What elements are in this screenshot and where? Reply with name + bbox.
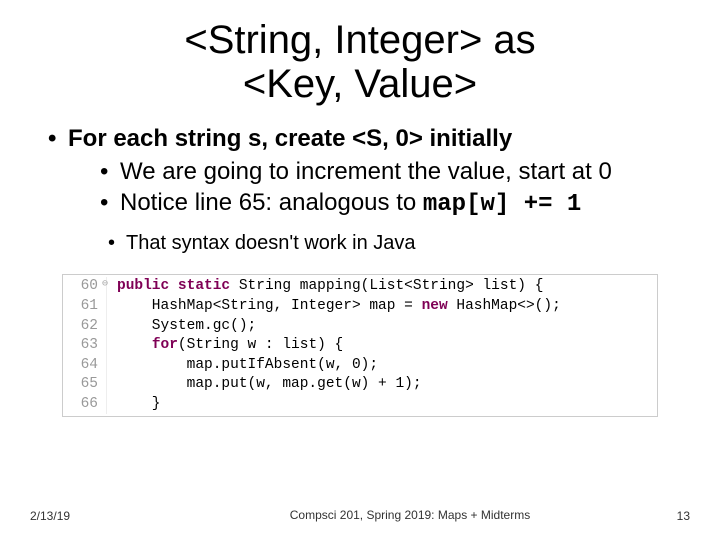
- slide: <String, Integer> as <Key, Value> For ea…: [0, 0, 720, 540]
- code-line-61: 61 HashMap<String, Integer> map = new Ha…: [63, 297, 657, 317]
- footer-course: Compsci 201, Spring 2019: Maps + Midterm…: [160, 508, 660, 524]
- footer: 2/13/19 Compsci 201, Spring 2019: Maps +…: [0, 508, 720, 524]
- code-text: public static String mapping(List<String…: [107, 277, 543, 297]
- bullet-1a: We are going to increment the value, sta…: [100, 156, 690, 187]
- bullet-1b-text: Notice line 65: analogous to: [120, 189, 423, 216]
- code-text: System.gc();: [107, 317, 256, 337]
- title-line-2: <Key, Value>: [243, 62, 477, 106]
- title-line-1: <String, Integer> as: [184, 18, 535, 62]
- bullet-1-text: For each string s, create <S, 0> initial…: [68, 125, 512, 152]
- code-screenshot: 60⊖ public static String mapping(List<St…: [62, 274, 658, 417]
- fold-icon: ⊖: [102, 278, 108, 292]
- code-text: map.put(w, map.get(w) + 1);: [107, 375, 422, 395]
- code-line-62: 62 System.gc();: [63, 317, 657, 337]
- line-number: 64: [63, 356, 107, 376]
- code-line-64: 64 map.putIfAbsent(w, 0);: [63, 356, 657, 376]
- footer-page-number: 13: [660, 509, 720, 523]
- code-line-60: 60⊖ public static String mapping(List<St…: [63, 277, 657, 297]
- bullet-1: For each string s, create <S, 0> initial…: [48, 124, 690, 256]
- bullet-1-sublist: We are going to increment the value, sta…: [68, 156, 690, 220]
- line-number: 65: [63, 375, 107, 395]
- slide-title: <String, Integer> as <Key, Value>: [30, 18, 690, 106]
- line-number: 66: [63, 395, 107, 415]
- bullet-1b-code: map[w] += 1: [423, 191, 581, 218]
- code-text: }: [107, 395, 161, 415]
- bullet-1b: Notice line 65: analogous to map[w] += 1: [100, 187, 690, 220]
- line-number: 61: [63, 297, 107, 317]
- code-text: HashMap<String, Integer> map = new HashM…: [107, 297, 561, 317]
- line-number: 62: [63, 317, 107, 337]
- line-number: 60⊖: [63, 277, 107, 297]
- code-line-65: 65 map.put(w, map.get(w) + 1);: [63, 375, 657, 395]
- code-text: for(String w : list) {: [107, 336, 343, 356]
- footer-date: 2/13/19: [0, 509, 160, 523]
- bullet-1c: That syntax doesn't work in Java: [108, 230, 690, 256]
- bullet-list: For each string s, create <S, 0> initial…: [30, 124, 690, 256]
- line-number: 63: [63, 336, 107, 356]
- code-line-63: 63 for(String w : list) {: [63, 336, 657, 356]
- code-text: map.putIfAbsent(w, 0);: [107, 356, 378, 376]
- bullet-1-sublist-2: That syntax doesn't work in Java: [68, 230, 690, 256]
- code-line-66: 66 }: [63, 395, 657, 415]
